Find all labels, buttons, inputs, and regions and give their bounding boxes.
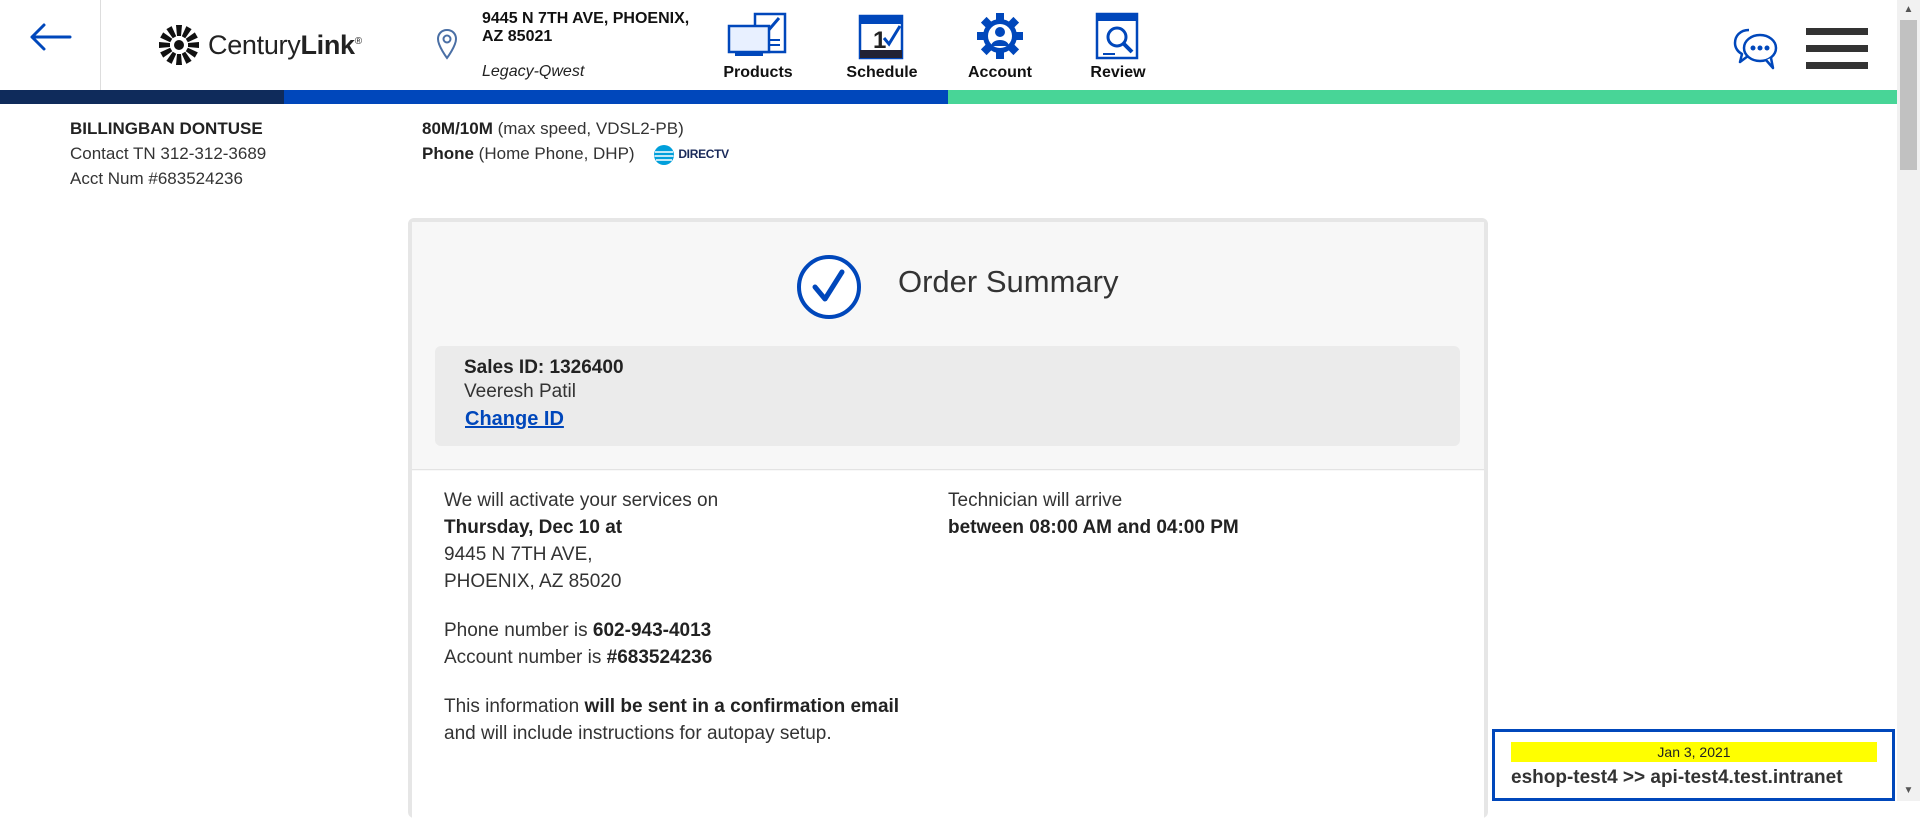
progress-bar-segment-green (948, 90, 1897, 104)
menu-bar-icon (1806, 45, 1868, 52)
progress-bar-segment-blue (284, 90, 948, 104)
centurylink-logo-icon (159, 25, 199, 65)
schedule-icon: 1 (858, 14, 904, 60)
nav-review[interactable]: Review (1063, 12, 1173, 82)
directv-label: DIRECTV (678, 147, 729, 162)
account-icon (977, 13, 1023, 59)
technician-intro: Technician will arrive (948, 490, 1123, 511)
activation-intro: We will activate your services on (444, 490, 719, 511)
nav-label: Schedule (846, 64, 918, 81)
menu-bar-icon (1806, 28, 1868, 35)
chat-icon (1733, 28, 1778, 70)
back-button[interactable] (0, 0, 101, 90)
numbers-paragraph: Phone number is 602-943-4013 Account num… (444, 617, 914, 671)
activation-address-1: 9445 N 7TH AVE, (444, 544, 593, 565)
account-number-value: #683524236 (606, 647, 713, 668)
scrollbar-thumb[interactable] (1900, 20, 1917, 170)
technician-window: between 08:00 AM and 04:00 PM (948, 517, 1239, 538)
phone-number-value: 602-943-4013 (592, 620, 712, 641)
activation-details: We will activate your services on Thursd… (444, 487, 914, 769)
service-address: 9445 N 7TH AVE, PHOENIX, AZ 85021 Legacy… (482, 10, 712, 81)
sales-id-panel: Sales ID: 1326400 Veeresh Patil Change I… (435, 346, 1460, 446)
change-id-link[interactable]: Change ID (465, 408, 564, 431)
check-circle-icon (797, 255, 861, 319)
chat-button[interactable] (1733, 26, 1779, 77)
scroll-up-arrow-icon[interactable]: ▲ (1897, 0, 1920, 20)
customer-name: BILLINGBAN DONTUSE (70, 119, 263, 138)
order-summary-card: Order Summary Sales ID: 1326400 Veeresh … (408, 218, 1488, 831)
review-icon (1095, 12, 1139, 60)
progress-bar-segment-dark (0, 90, 284, 104)
activation-address-2: PHOENIX, AZ 85020 (444, 571, 622, 592)
address-line-2: AZ 85021 (482, 28, 553, 45)
phone-number-label: Phone number is (444, 620, 593, 641)
brand-name: CenturyLink® (208, 29, 362, 60)
activation-paragraph: We will activate your services on Thursd… (444, 487, 914, 595)
address-line-1: 9445 N 7TH AVE, PHOENIX, (482, 10, 690, 27)
hamburger-menu-button[interactable] (1806, 28, 1868, 79)
products-icon (727, 12, 787, 56)
phone-service: Phone (Home Phone, DHP) DIRECTV (422, 141, 729, 167)
scroll-down-arrow-icon[interactable]: ▼ (1897, 781, 1920, 801)
directv-logo: DIRECTV (653, 142, 729, 167)
confirmation-text-suffix: and will include instructions for autopa… (444, 723, 832, 744)
centurylink-logo[interactable]: CenturyLink® (158, 24, 362, 66)
confirmation-text-bold: will be sent in a confirmation email (584, 696, 900, 717)
contact-tn: Contact TN 312-312-3689 (70, 144, 267, 163)
confirmation-text-prefix: This information (444, 696, 585, 717)
environment-date: Jan 3, 2021 (1511, 742, 1877, 762)
address-region: Legacy-Qwest (482, 63, 585, 80)
nav-label: Account (968, 64, 1032, 81)
location-pin-icon (436, 28, 458, 65)
confirmation-paragraph: This information will be sent in a confi… (444, 693, 914, 747)
back-arrow-icon (30, 23, 72, 51)
menu-bar-icon (1806, 62, 1868, 69)
nav-account[interactable]: Account (945, 12, 1055, 82)
vertical-scrollbar[interactable]: ▲ ▼ (1897, 0, 1920, 801)
environment-badge: Jan 3, 2021 eshop-test4 >> api-test4.tes… (1492, 729, 1895, 801)
services-summary: 80M/10M (max speed, VDSL2-PB) Phone (Hom… (422, 116, 729, 167)
internet-service: 80M/10M (max speed, VDSL2-PB) (422, 119, 684, 138)
sales-id: Sales ID: 1326400 (464, 357, 624, 378)
technician-details: Technician will arrive between 08:00 AM … (948, 487, 1418, 541)
activation-date: Thursday, Dec 10 at (444, 517, 623, 538)
nav-label: Products (723, 64, 793, 81)
order-summary-body: We will activate your services on Thursd… (412, 471, 1484, 831)
environment-host: eshop-test4 >> api-test4.test.intranet (1511, 767, 1843, 788)
account-number-label: Account number is (444, 647, 607, 668)
account-number: Acct Num #683524236 (70, 169, 243, 188)
att-globe-icon (654, 144, 675, 165)
order-summary-title: Order Summary (898, 264, 1119, 299)
nav-label: Review (1090, 64, 1146, 81)
top-header: CenturyLink® 9445 N 7TH AVE, PHOENIX, AZ… (0, 0, 1897, 90)
nav-schedule[interactable]: 1 Schedule (827, 12, 937, 82)
sales-agent-name: Veeresh Patil (464, 381, 576, 402)
order-summary-header: Order Summary Sales ID: 1326400 Veeresh … (412, 222, 1484, 470)
customer-info: BILLINGBAN DONTUSE Contact TN 312-312-36… (70, 116, 266, 191)
nav-products[interactable]: Products (703, 12, 813, 82)
